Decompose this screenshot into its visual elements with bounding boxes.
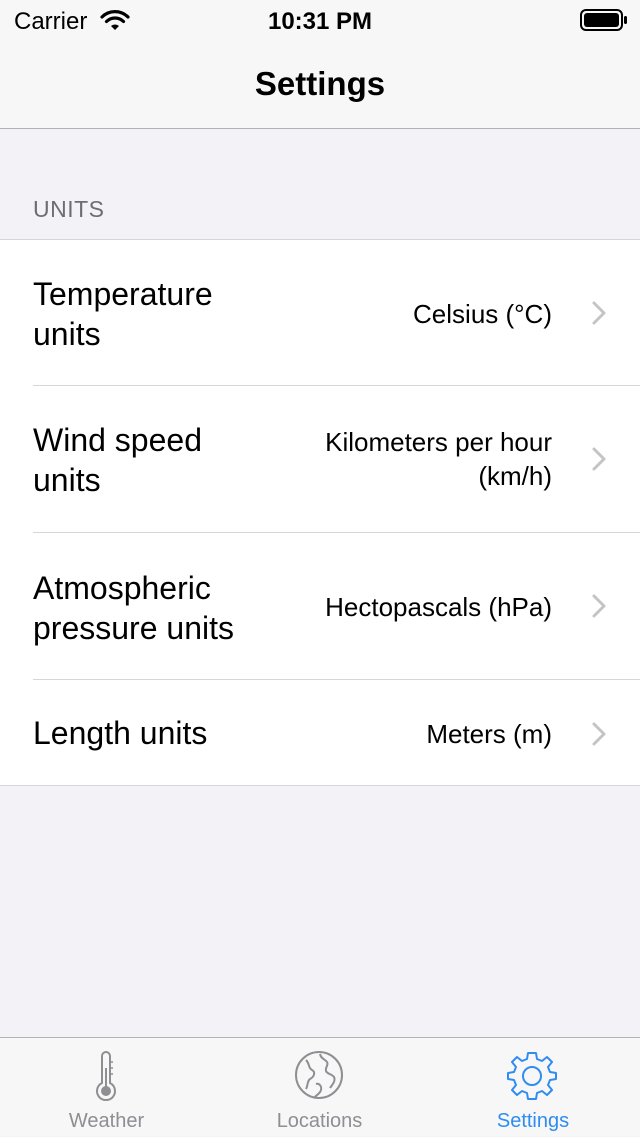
thermometer-icon (96, 1051, 116, 1102)
gear-icon (507, 1052, 557, 1100)
tab-label: Locations (276, 1110, 363, 1132)
tab-weather[interactable]: Weather (0, 1038, 213, 1137)
tab-label: Settings (496, 1110, 570, 1132)
globe-icon (295, 1051, 343, 1099)
chevron-right-icon (592, 722, 606, 746)
row-value: Meters (m) (426, 719, 552, 749)
page-title: Settings (254, 65, 386, 102)
section-header-units: UNITS (33, 196, 105, 222)
row-temperature-units[interactable]: Temperature units Celsius (°C) (0, 240, 640, 386)
row-value: Kilometers per hour (km/h) (325, 427, 552, 491)
navigation-bar: Settings (0, 40, 640, 129)
row-value: Celsius (°C) (413, 299, 552, 329)
row-label: Temperature units (33, 276, 213, 352)
status-bar: Carrier 10:31 PM (0, 0, 640, 40)
tab-label: Weather (68, 1110, 145, 1132)
battery-icon (580, 9, 627, 31)
chevron-right-icon (592, 301, 606, 325)
row-value: Hectopascals (hPa) (325, 592, 552, 622)
row-label: Length units (33, 715, 208, 751)
row-label: Wind speed units (33, 422, 202, 498)
status-time: 10:31 PM (267, 8, 373, 35)
chevron-right-icon (592, 447, 606, 471)
row-label: Atmospheric pressure units (33, 570, 234, 646)
row-length-units[interactable]: Length units Meters (m) (0, 680, 640, 786)
tab-bar: Weather Locations Settings (0, 1037, 640, 1136)
tab-locations[interactable]: Locations (213, 1038, 426, 1137)
chevron-right-icon (592, 594, 606, 618)
row-wind-speed-units[interactable]: Wind speed units Kilometers per hour (km… (0, 386, 640, 533)
row-atmospheric-pressure-units[interactable]: Atmospheric pressure units Hectopascals … (0, 533, 640, 680)
settings-table: Temperature units Celsius (°C) Wind spee… (0, 239, 640, 786)
tab-settings[interactable]: Settings (426, 1038, 640, 1137)
